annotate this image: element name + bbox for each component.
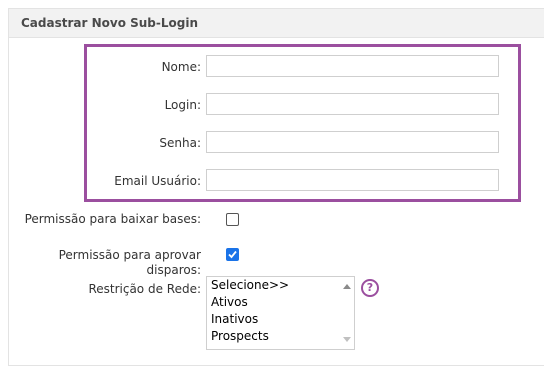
login-label: Login: <box>164 98 201 112</box>
checkmark-icon <box>228 250 237 259</box>
rede-label: Restrição de Rede: <box>88 282 201 296</box>
email-label: Email Usuário: <box>114 174 201 188</box>
nome-input[interactable] <box>206 55 499 77</box>
senha-label: Senha: <box>159 136 201 150</box>
rede-option[interactable]: Prospects <box>207 328 354 345</box>
aprovar-disparos-checkbox[interactable] <box>226 248 239 261</box>
senha-input[interactable] <box>206 131 499 153</box>
rede-option[interactable]: Ativos <box>207 294 354 311</box>
rede-option[interactable]: Selecione>> <box>207 277 354 294</box>
rede-listbox[interactable]: Selecione>> Ativos Inativos Prospects <box>206 276 355 350</box>
listbox-scrollbar[interactable] <box>340 277 354 349</box>
email-input[interactable] <box>206 169 499 191</box>
baixar-bases-checkbox[interactable] <box>226 213 239 226</box>
login-input[interactable] <box>206 93 499 115</box>
baixar-bases-label: Permissão para baixar bases: <box>24 212 201 226</box>
aprovar-disparos-label-line2: disparos: <box>146 263 201 277</box>
panel-title: Cadastrar Novo Sub-Login <box>21 16 199 30</box>
scroll-down-arrow-icon[interactable] <box>343 337 351 342</box>
panel-header: Cadastrar Novo Sub-Login <box>9 9 544 38</box>
aprovar-disparos-label-line1: Permissão para aprovar <box>58 248 201 262</box>
nome-label: Nome: <box>161 60 201 74</box>
scroll-up-arrow-icon[interactable] <box>343 284 351 289</box>
help-icon[interactable]: ? <box>361 279 379 297</box>
rede-option[interactable]: Inativos <box>207 311 354 328</box>
